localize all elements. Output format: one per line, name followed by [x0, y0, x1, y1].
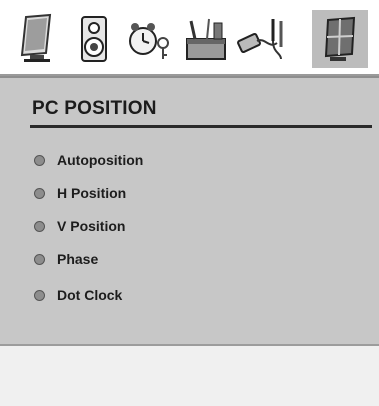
title-divider	[30, 125, 372, 128]
menu-item-label: Autoposition	[57, 152, 144, 168]
menu-item-v-position[interactable]: V Position	[34, 216, 143, 236]
pc-position-panel: PC POSITION Autoposition H Position V Po…	[0, 76, 379, 344]
menu-item-label: Dot Clock	[57, 287, 123, 303]
menu-item-phase[interactable]: Phase	[34, 249, 143, 269]
page-title: PC POSITION	[32, 98, 157, 119]
menu-item-label: H Position	[57, 185, 127, 201]
speaker-icon	[81, 16, 107, 62]
toolbox-icon	[186, 18, 226, 60]
menu-item-h-position[interactable]: H Position	[34, 183, 143, 203]
alarm-clock-icon	[129, 23, 169, 59]
menu-item-label: V Position	[57, 218, 126, 234]
tab-install[interactable]	[178, 10, 234, 68]
status-strip	[0, 344, 379, 406]
bullet-icon	[34, 154, 45, 166]
tab-source[interactable]	[234, 10, 290, 68]
bullet-icon	[34, 187, 45, 199]
tab-pc[interactable]	[312, 10, 368, 68]
menu-item-label: Phase	[57, 251, 99, 267]
osd-menu: PC POSITION Autoposition H Position V Po…	[0, 0, 379, 406]
pc-position-menu: Autoposition H Position V Position Phase…	[34, 150, 143, 318]
monitor-icon	[20, 13, 52, 62]
menu-item-dot-clock[interactable]: Dot Clock	[34, 285, 143, 305]
tab-feature[interactable]	[122, 10, 178, 68]
menu-item-autoposition[interactable]: Autoposition	[34, 150, 143, 170]
bullet-icon	[34, 253, 45, 265]
tab-picture[interactable]	[10, 10, 66, 68]
tab-sound[interactable]	[66, 10, 122, 68]
pc-window-icon	[324, 16, 356, 61]
menu-icon-bar	[0, 0, 379, 76]
cable-connector-icon	[237, 19, 283, 60]
bullet-icon	[34, 220, 45, 232]
bullet-icon	[34, 289, 45, 301]
